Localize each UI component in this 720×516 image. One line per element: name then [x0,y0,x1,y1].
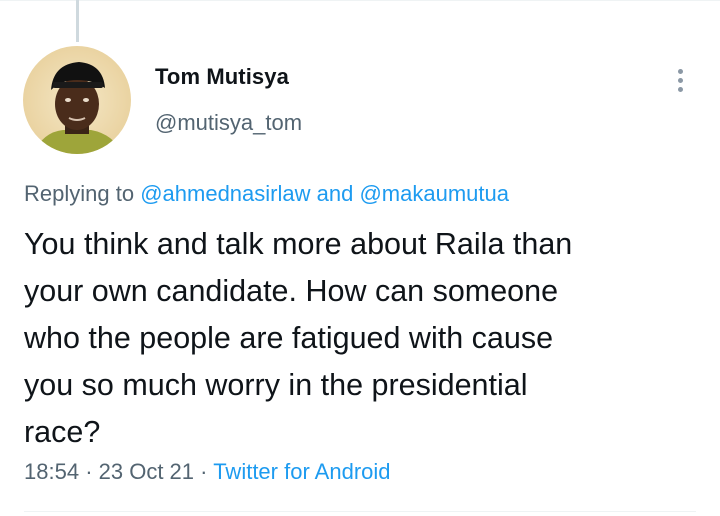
tweet-page: Tom Mutisya @mutisya_tom Replying to @ah… [0,0,720,516]
bottom-divider [24,511,696,512]
author-display-name[interactable]: Tom Mutisya [155,64,289,90]
avatar[interactable] [23,46,131,154]
tweet-text: You think and talk more about Raila than… [24,227,573,449]
more-options-icon-dot [677,77,683,83]
author-handle[interactable]: @mutisya_tom [155,110,302,136]
tweet-date[interactable]: 23 Oct 21 [99,459,194,484]
more-options-icon [677,68,683,74]
mention-link-1[interactable]: @ahmednasirlaw [140,181,310,206]
replying-prefix: Replying to [24,181,135,206]
user-avatar-photo-icon [23,46,131,154]
replying-to-line: Replying to @ahmednasirlaw and @makaumut… [24,181,509,207]
more-options-icon-dot [677,86,683,92]
top-divider [0,0,720,1]
thread-connector-line [76,0,79,42]
meta-separator: · [85,459,93,484]
tweet-time[interactable]: 18:54 [24,459,79,484]
replying-conjunction[interactable]: and [317,181,354,206]
tweet-meta: 18:54 · 23 Oct 21 · Twitter for Android [24,459,391,485]
more-options-button[interactable] [664,64,696,96]
tweet-source-link[interactable]: Twitter for Android [213,459,390,484]
meta-separator-2: · [200,459,208,484]
mention-link-2[interactable]: @makaumutua [359,181,509,206]
